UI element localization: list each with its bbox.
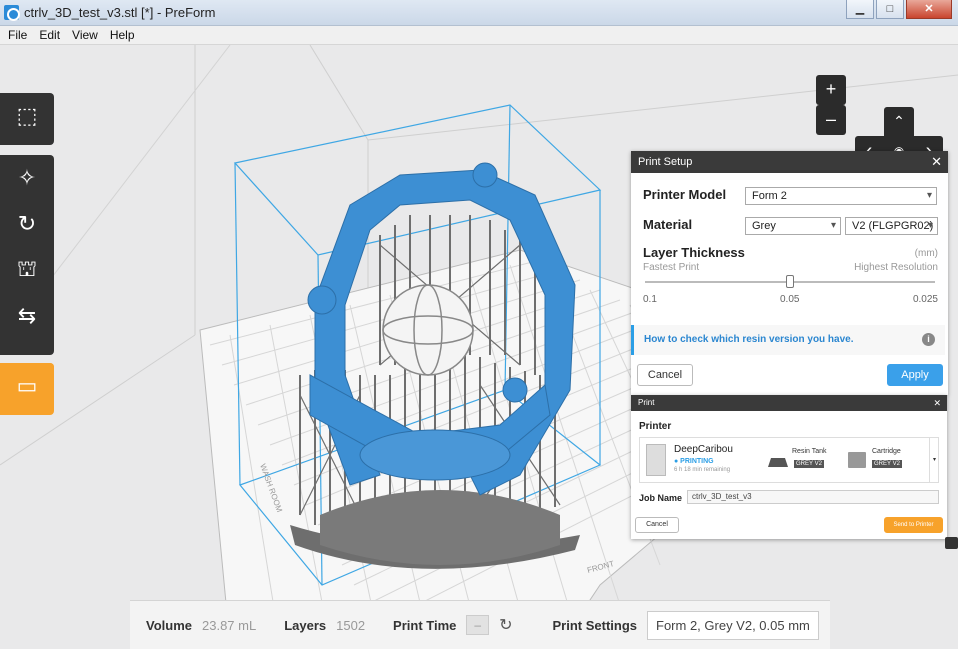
printer-label: Printer — [639, 421, 672, 432]
print-settings-label: Print Settings — [552, 617, 637, 633]
print-settings-value[interactable]: Form 2, Grey V2, 0.05 mm — [647, 610, 819, 640]
info-icon[interactable]: i — [922, 333, 935, 346]
print-cancel-button[interactable]: Cancel — [635, 517, 679, 533]
material-select[interactable]: Grey — [745, 217, 841, 235]
magic-wand-icon[interactable]: ✧ — [0, 155, 54, 201]
print-dialog-header: Print ✕ — [631, 395, 947, 411]
printer-model-label: Printer Model — [643, 187, 727, 202]
resin-info-bar: How to check which resin version you hav… — [631, 325, 945, 355]
print-setup-dialog: Print Setup ✕ Printer Model Form 2 Mater… — [631, 151, 948, 395]
model-info-bar: Volume 23.87 mL Layers 1502 Print Time –… — [130, 600, 830, 649]
menu-file[interactable]: File — [4, 26, 31, 44]
printer-model-select[interactable]: Form 2 — [745, 187, 937, 205]
volume-label: Volume — [146, 617, 192, 633]
job-name-label: Job Name — [639, 493, 683, 503]
print-setup-header: Print Setup ✕ — [631, 151, 948, 173]
material-version-select[interactable]: V2 (FLGPGR02) — [845, 217, 938, 235]
fit-view-icon[interactable]: ⬚ — [0, 93, 54, 139]
cartridge-icon — [848, 452, 866, 468]
print-time-value: – — [466, 615, 490, 635]
zoom-in-button[interactable]: + — [816, 75, 846, 105]
resin-version-link[interactable]: How to check which resin version you hav… — [644, 334, 854, 345]
highest-resolution-label: Highest Resolution — [854, 262, 938, 273]
cartridge-badge: GREY V2 — [872, 460, 902, 468]
window-title: ctrlv_3D_test_v3.stl [*] - PreForm — [24, 5, 216, 20]
menu-edit[interactable]: Edit — [35, 26, 64, 44]
menu-help[interactable]: Help — [106, 26, 139, 44]
print-time-label: Print Time — [393, 617, 457, 633]
printer-dropdown-icon[interactable]: ▾ — [929, 438, 939, 482]
white-sphere — [382, 284, 474, 376]
print-dialog: Print ✕ Printer DeepCaribou ● PRINTING 6… — [631, 395, 947, 539]
layer-unit-label: (mm) — [914, 248, 938, 259]
layer-thickness-label: Layer Thickness — [643, 245, 745, 260]
rotate-icon[interactable]: ↻ — [0, 201, 54, 247]
printer-status: ● PRINTING — [674, 458, 714, 465]
print-dialog-title: Print — [638, 398, 655, 407]
apply-button[interactable]: Apply — [887, 364, 943, 386]
resin-tank-badge: GREY V2 — [794, 460, 824, 468]
3d-viewport[interactable]: WASH ROOM FRONT ⬚ ✧ ↻ ⛫ ⇆ ▭ + – ⌃ ⌄ ‹ › … — [0, 45, 958, 649]
tick-0.1: 0.1 — [643, 294, 657, 305]
toolbar-tools: ✧ ↻ ⛫ ⇆ — [0, 155, 54, 355]
print-dialog-close-button[interactable]: ✕ — [933, 395, 941, 411]
volume-value: 23.87 mL — [202, 617, 257, 633]
layer-slider-handle[interactable] — [786, 275, 794, 288]
window-titlebar: ctrlv_3D_test_v3.stl [*] - PreForm ▁ □ ✕ — [0, 0, 958, 26]
toolbar-print: ▭ — [0, 363, 54, 415]
print-icon[interactable]: ▭ — [0, 363, 54, 409]
supports-icon[interactable]: ⛫ — [0, 247, 54, 293]
send-to-printer-button[interactable]: Send to Printer — [884, 517, 943, 533]
cartridge-label: Cartridge — [872, 448, 901, 455]
printer-card[interactable]: DeepCaribou ● PRINTING 6 h 18 min remain… — [639, 437, 939, 483]
layers-value: 1502 — [336, 617, 366, 633]
menu-bar: File Edit View Help — [0, 26, 958, 45]
panel-toggle-icon[interactable] — [945, 537, 958, 549]
zoom-out-button[interactable]: – — [816, 105, 846, 135]
maximize-button[interactable]: □ — [876, 0, 904, 19]
resin-tank-icon — [768, 458, 788, 467]
tick-0.025: 0.025 — [912, 294, 938, 305]
print-setup-cancel-button[interactable]: Cancel — [637, 364, 693, 386]
fastest-print-label: Fastest Print — [643, 262, 700, 273]
preform-app-icon — [4, 5, 20, 21]
refresh-icon[interactable]: ↻ — [499, 615, 512, 635]
minimize-button[interactable]: ▁ — [846, 0, 874, 19]
layout-icon[interactable]: ⇆ — [0, 293, 54, 339]
resin-tank-label: Resin Tank — [792, 448, 827, 455]
printer-remaining: 6 h 18 min remaining — [674, 467, 731, 473]
toolbar-view: ⬚ — [0, 93, 54, 145]
tick-0.05: 0.05 — [780, 294, 800, 305]
job-name-input[interactable]: ctrlv_3D_test_v3 — [687, 490, 939, 504]
material-label: Material — [643, 217, 693, 232]
layers-label: Layers — [284, 617, 327, 633]
printer-thumbnail-icon — [646, 444, 666, 476]
printer-name: DeepCaribou — [674, 444, 733, 455]
camera-up-button[interactable]: ⌃ — [889, 111, 909, 131]
print-setup-title: Print Setup — [638, 156, 693, 168]
close-window-button[interactable]: ✕ — [906, 0, 952, 19]
print-setup-close-button[interactable]: ✕ — [931, 151, 942, 173]
menu-view[interactable]: View — [68, 26, 102, 44]
